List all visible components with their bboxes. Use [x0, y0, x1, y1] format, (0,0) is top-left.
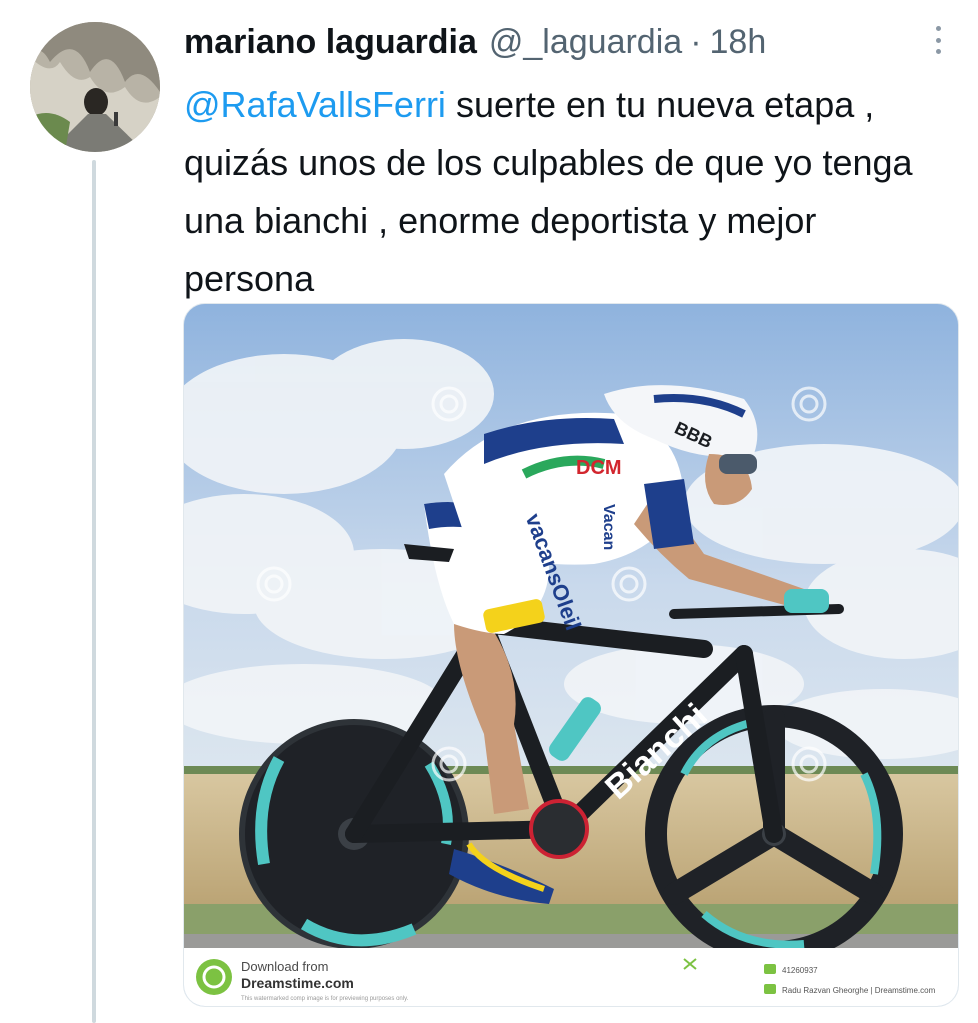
watermark-credit: Radu Razvan Gheorghe | Dreamstime.com [782, 986, 936, 995]
jersey-sponsor: DCM [576, 457, 622, 479]
cyclist-photo: Bianchi DCM vacansOleil Vacan BBB Downlo… [184, 304, 958, 1006]
watermark-download: Download from [241, 959, 328, 974]
tweet: mariano laguardia @_laguardia · 18h @Raf… [0, 0, 978, 1023]
more-vertical-icon[interactable] [928, 22, 948, 58]
user-handle[interactable]: @_laguardia [489, 22, 682, 62]
avatar-image [30, 22, 160, 152]
separator-dot: · [690, 23, 702, 61]
tweet-header: mariano laguardia @_laguardia · 18h [184, 22, 766, 62]
tweet-media[interactable]: Bianchi DCM vacansOleil Vacan BBB Downlo… [183, 303, 959, 1007]
avatar[interactable] [30, 22, 160, 152]
watermark-fine-print: This watermarked comp image is for previ… [241, 996, 409, 1002]
thread-line [92, 160, 96, 1023]
tweet-text: @RafaVallsFerri suerte en tu nueva etapa… [184, 76, 954, 308]
mention-link[interactable]: @RafaVallsFerri [184, 84, 446, 125]
jersey-sponsor-2: Vacan [600, 504, 617, 550]
dreamstime-watermark-bar: Download from Dreamstime.com This waterm… [184, 948, 958, 1006]
watermark-image-id: 41260937 [782, 966, 818, 975]
timestamp[interactable]: 18h [710, 22, 767, 62]
display-name[interactable]: mariano laguardia [184, 22, 477, 62]
watermark-site: Dreamstime.com [241, 975, 354, 991]
